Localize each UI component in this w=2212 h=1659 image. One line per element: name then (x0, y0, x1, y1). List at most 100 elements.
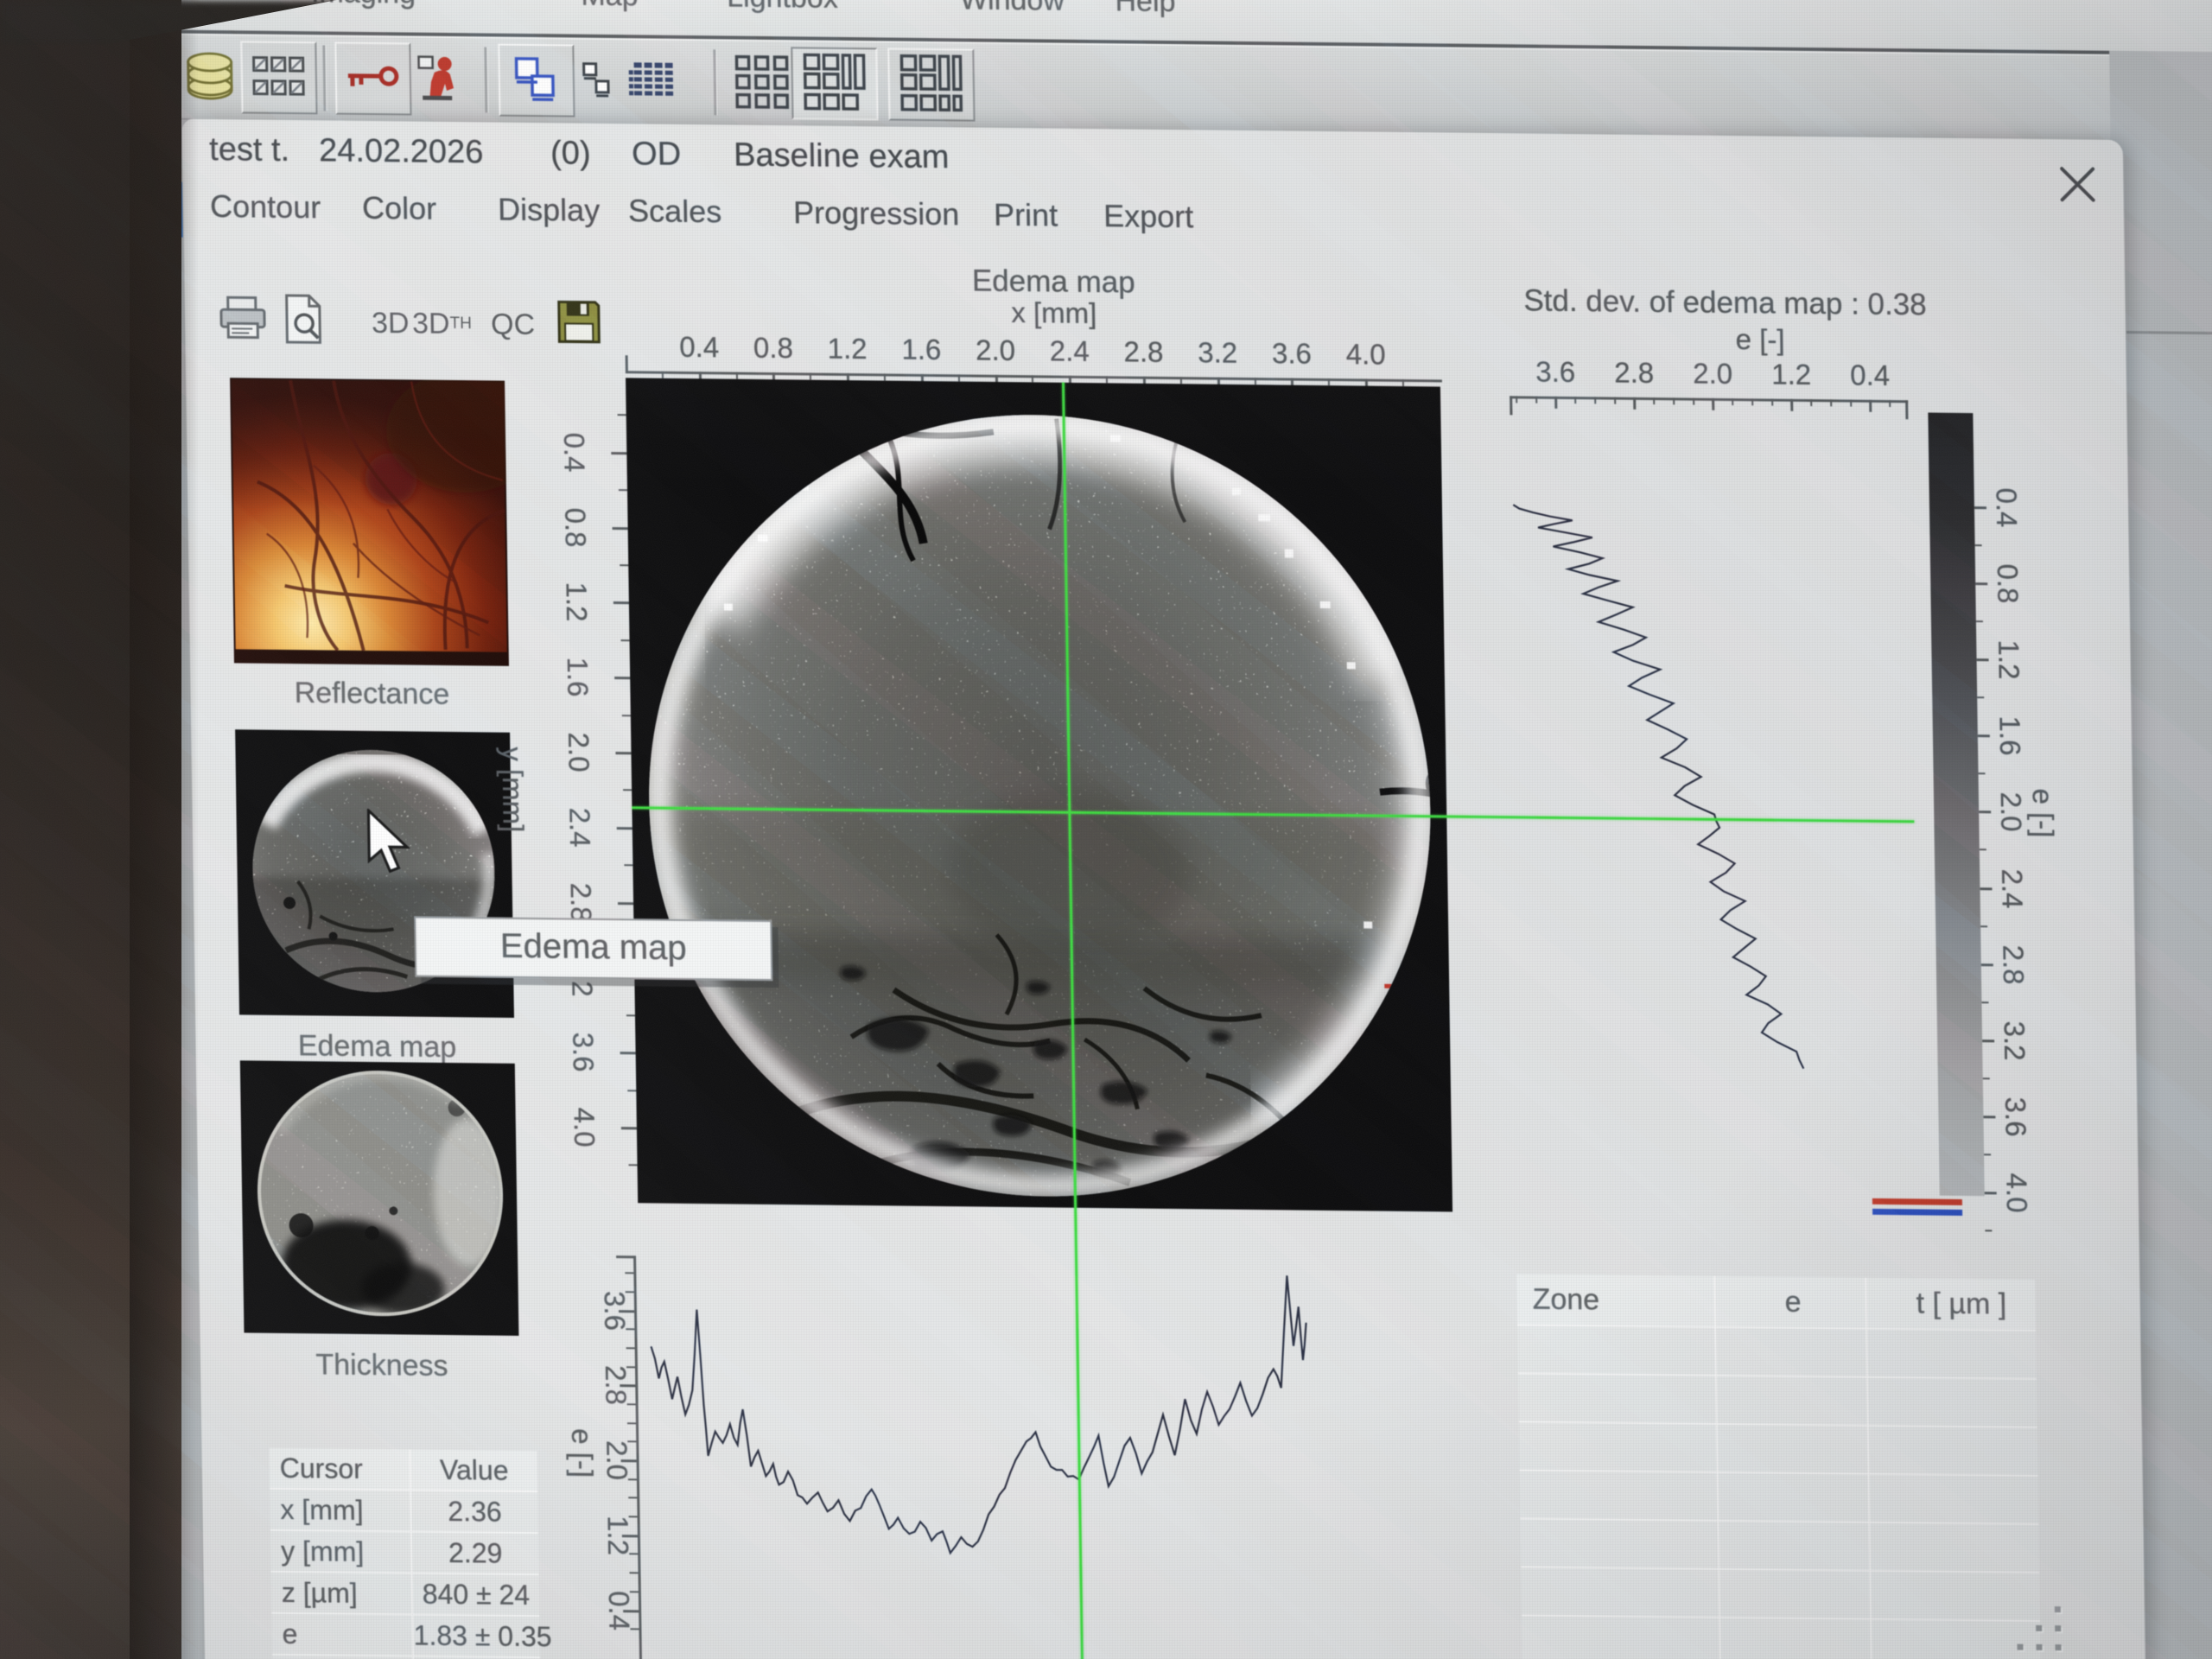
vertical-profile-plot (1510, 403, 1921, 1271)
bottom-minor-tick (627, 1422, 636, 1424)
zone-table-header: Zone e t [ µm ] (1516, 1274, 2036, 1330)
view-3d-th-button[interactable]: 3DTH (412, 300, 473, 349)
cascade-windows-icon (509, 53, 563, 108)
bottom-minor-tick (626, 1291, 634, 1293)
zone-table-row (1519, 1421, 2038, 1475)
cursor-table-cell: e (271, 1614, 414, 1656)
window-menu-export[interactable]: Export (1103, 198, 1194, 235)
y-tick-mark (617, 827, 632, 830)
lightbox-layout-alt-icon (898, 52, 964, 118)
y-tick-mark (614, 677, 630, 679)
colorbar-minor-tick (1980, 925, 1987, 927)
monitor-area: ImagingMapLightboxWindowHelp (0, 0, 2212, 1659)
bottom-minor-tick (626, 1347, 635, 1349)
colorbar-tick-label: 2.8 (1996, 944, 2030, 984)
window-menu-contour[interactable]: Contour (210, 188, 321, 226)
user-button[interactable] (400, 42, 477, 116)
bottom-minor-tick (626, 1329, 634, 1331)
colorbar-tick-label: 4.0 (1999, 1173, 2033, 1212)
zone-table-row (1517, 1324, 2037, 1378)
colorbar-tick-label: 2.0 (1994, 792, 2028, 832)
y-tick-label: 2.4 (563, 807, 596, 847)
edema-map-canvas[interactable] (626, 378, 1452, 1211)
toolbar-separator (322, 45, 326, 111)
window-menu-progression[interactable]: Progression (793, 194, 960, 232)
window-menu-scales[interactable]: Scales (628, 193, 722, 230)
thickness-thumbnail[interactable] (240, 1060, 519, 1335)
colorbar-blue-marker (1872, 1209, 1962, 1216)
menu-item-window[interactable]: Window (960, 0, 1065, 18)
bottom-minor-tick (629, 1516, 638, 1517)
y-tick-label: 2.8 (564, 882, 598, 922)
x-axis-bracket (626, 355, 628, 372)
qc-label: QC (491, 308, 536, 342)
zone-header: Zone (1532, 1274, 1599, 1325)
window-menu-display[interactable]: Display (498, 192, 601, 229)
y-tick-mark (613, 601, 629, 604)
bottom-minor-tick (630, 1628, 639, 1630)
bottom-minor-tick (627, 1403, 636, 1405)
close-button[interactable] (2051, 158, 2104, 211)
y-tick-mark (615, 752, 631, 754)
y-minor-tick (620, 639, 629, 641)
window-menu-print[interactable]: Print (994, 197, 1058, 234)
menu-item-help[interactable]: Help (1115, 0, 1176, 19)
reflectance-thumbnail[interactable] (230, 378, 509, 665)
profile-line (650, 1268, 1309, 1556)
bottom-minor-tick (628, 1478, 637, 1480)
bottom-minor-tick (628, 1497, 637, 1499)
bottom-minor-tick (630, 1591, 639, 1592)
close-icon (2052, 200, 2104, 213)
edema-map-label: Edema map (239, 1028, 515, 1065)
menu-item-lightbox[interactable]: Lightbox (727, 0, 838, 16)
patient-list-button[interactable] (240, 41, 317, 114)
table-view-button[interactable] (613, 45, 690, 118)
y-minor-tick (620, 564, 628, 566)
screen: ImagingMapLightboxWindowHelp (130, 0, 2212, 1659)
x-axis-label: x [mm] (1011, 296, 1097, 330)
view-3d-button[interactable]: 3D (372, 299, 410, 347)
patient-name: test t. (209, 131, 290, 169)
colorbar-tick-mark (1978, 734, 1990, 737)
right-axis-title: e [-] (1735, 323, 1784, 357)
colorbar-minor-tick (1983, 1077, 1990, 1079)
y-tick-mark (611, 452, 626, 454)
profile-line (1513, 505, 1803, 1068)
right-tick-label: 1.2 (1771, 359, 1811, 392)
view-3d-label: 3D (372, 307, 410, 340)
colorbar-tick-label: 0.8 (1991, 563, 2024, 603)
window-menu-color[interactable]: Color (362, 190, 437, 227)
colorbar-red-marker (1872, 1198, 1962, 1205)
y-tick-label: 1.2 (560, 582, 594, 622)
colorbar-tick-mark (1981, 963, 1993, 966)
colorbar-tick-mark (1985, 1192, 1997, 1194)
save-button[interactable] (556, 301, 602, 350)
lightbox-layout-button[interactable] (791, 47, 878, 120)
exam-date: 24.02.2026 (319, 132, 484, 171)
colorbar-minor-tick (1976, 620, 1983, 622)
qc-button[interactable]: QC (491, 301, 536, 350)
exam-index: (0) (550, 135, 591, 173)
print-button[interactable] (218, 297, 270, 346)
y-tick-mark (613, 527, 628, 530)
cursor-table-row: x [mm]2.36 (270, 1490, 538, 1534)
x-tick-label: 0.8 (753, 332, 793, 365)
grid-view-button[interactable] (723, 46, 800, 119)
bottom-minor-tick (626, 1366, 635, 1368)
y-tick-mark (618, 902, 633, 905)
mouse-cursor-icon (361, 809, 423, 881)
cursor-table-row: y [mm]2.29 (270, 1531, 539, 1575)
y-minor-tick (618, 415, 626, 416)
t-header: t [ µm ] (1916, 1278, 2006, 1329)
horizontal-profile-plot (636, 1259, 1508, 1659)
lightbox-layout-alt-button[interactable] (887, 48, 975, 121)
colorbar-label: e [-] (2026, 788, 2060, 837)
table-icon (626, 59, 678, 105)
colorbar-tick-mark (1979, 811, 1991, 814)
print-preview-button[interactable] (282, 298, 326, 347)
menu-item-map[interactable]: Map (581, 0, 639, 13)
right-tick-label: 3.6 (1535, 356, 1575, 390)
cursor-table-cell: y [mm] (270, 1531, 413, 1573)
grid-icon (733, 53, 791, 113)
cursor-table-cell: 2.36 (411, 1491, 538, 1533)
